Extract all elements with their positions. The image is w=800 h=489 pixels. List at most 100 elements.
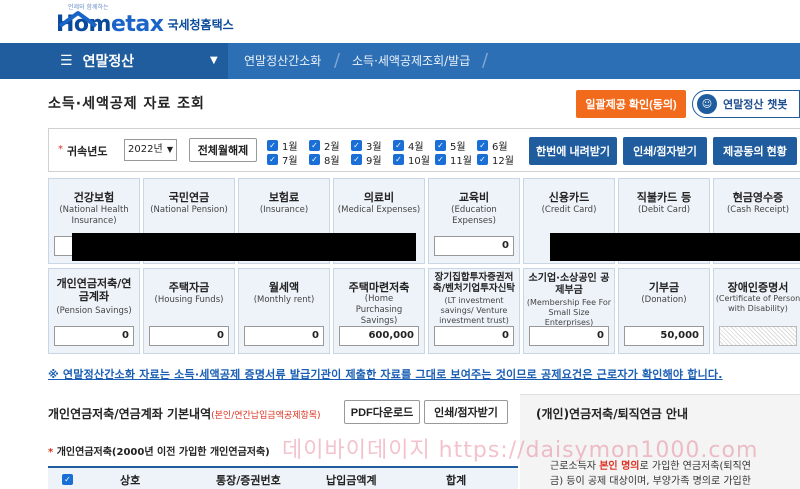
card-subtitle: (Monthly rent) bbox=[253, 295, 315, 305]
deduction-card-pension-savings[interactable]: 개인연금저축/연금계좌 (Pension Savings) 0 bbox=[48, 268, 140, 354]
consent-status-button[interactable]: 제공동의 현황 bbox=[713, 137, 797, 165]
chatbot-button[interactable]: ☺ 연말정산 챗봇 bbox=[692, 90, 800, 118]
card-value: 0 bbox=[434, 236, 514, 256]
pdf-download-button[interactable]: PDF다운로드 bbox=[344, 400, 420, 424]
column-header: 통장/증권번호 bbox=[216, 474, 281, 487]
card-title: 직불카드 등 bbox=[636, 191, 692, 204]
month-checkbox[interactable]: ✓ 4월 bbox=[393, 138, 424, 153]
guide-text-line-2: 금) 등이 공제 대상이며, 부양가족 명의로 가입한 bbox=[550, 476, 751, 487]
month-checkbox[interactable]: ✓ 1월 bbox=[267, 138, 298, 153]
month-label: 4월 bbox=[408, 142, 424, 153]
consent-confirm-button[interactable]: 일괄제공 확인(동의) bbox=[576, 90, 686, 118]
month-checkbox[interactable]: ✓ 10월 bbox=[393, 152, 430, 167]
guide-title: (개인)연금저축/퇴직연금 안내 bbox=[536, 407, 689, 421]
month-label: 10월 bbox=[408, 156, 430, 167]
checkbox-icon: ✓ bbox=[435, 154, 446, 165]
logo-korean: 국세청홈택스 bbox=[167, 18, 234, 32]
month-label: 1월 bbox=[282, 142, 298, 153]
card-subtitle: (National Health Insurance) bbox=[59, 205, 129, 226]
pension-subtitle: * 개인연금저축(2000년 이전 가입한 개인연금저축) bbox=[48, 443, 270, 458]
month-label: 8월 bbox=[324, 156, 340, 167]
page: { "header": { "logo_tagline": "언제와 함께하는"… bbox=[0, 0, 800, 489]
column-header: 납입금액계 bbox=[326, 474, 377, 487]
logo-tagline: 언제와 함께하는 bbox=[68, 4, 109, 11]
month-checkbox[interactable]: ✓ 8월 bbox=[309, 152, 340, 167]
month-label: 12월 bbox=[492, 156, 514, 167]
card-title: 의료비 bbox=[363, 191, 395, 204]
checkbox-icon: ✓ bbox=[393, 140, 404, 151]
month-checkbox[interactable]: ✓ 2월 bbox=[309, 138, 340, 153]
card-value: 0 bbox=[244, 326, 324, 346]
card-title: 현금영수증 bbox=[732, 191, 784, 204]
checkbox-icon: ✓ bbox=[267, 140, 278, 151]
card-subtitle: (Debit Card) bbox=[637, 205, 691, 215]
month-checkbox[interactable]: ✓ 6월 bbox=[477, 138, 508, 153]
card-title: 장기집합투자증권저축/벤처기업투자신탁 bbox=[432, 272, 516, 294]
card-subtitle: (National Pension) bbox=[150, 205, 228, 215]
checkbox-icon: ✓ bbox=[435, 140, 446, 151]
deduction-card-small-business[interactable]: 소기업·소상공인 공제부금 (Membership Fee For Small … bbox=[523, 268, 615, 354]
redaction-bar bbox=[550, 233, 800, 261]
card-title: 월세액 bbox=[268, 281, 300, 294]
pension-section-title: 개인연금저축/연금계좌 기본내역(본인/연간납입금액공제항목) bbox=[48, 405, 321, 422]
card-value: 50,000 bbox=[624, 326, 704, 346]
deduction-card-education[interactable]: 교육비 (Education Expenses) 0 bbox=[428, 178, 520, 264]
deduction-card-home-savings[interactable]: 주택마련저축 (Home Purchasing Savings) 600,000 bbox=[333, 268, 425, 354]
card-title: 소기업·소상공인 공제부금 bbox=[528, 273, 610, 296]
caret-down-icon[interactable]: ▼ bbox=[210, 55, 218, 66]
card-subtitle: (Credit Card) bbox=[541, 205, 597, 215]
deduction-card-monthly-rent[interactable]: 월세액 (Monthly rent) 0 bbox=[238, 268, 330, 354]
month-checkbox[interactable]: ✓ 5월 bbox=[435, 138, 466, 153]
section-print-button[interactable]: 인쇄/점자받기 bbox=[424, 400, 508, 424]
card-title: 주택마련저축 bbox=[348, 281, 410, 294]
card-subtitle: (Medical Expenses) bbox=[337, 205, 421, 215]
year-select[interactable]: 2022년 ▼ bbox=[124, 139, 177, 161]
year-value: 2022년 bbox=[128, 144, 163, 155]
card-subtitle: (Insurance) bbox=[259, 205, 309, 215]
nav-main-menu[interactable]: ☰ 연말정산 bbox=[0, 43, 228, 79]
page-title: 소득·세액공제 자료 조회 bbox=[48, 96, 205, 112]
checkbox-icon: ✓ bbox=[477, 140, 488, 151]
card-value: 600,000 bbox=[339, 326, 419, 346]
month-label: 7월 bbox=[282, 156, 298, 167]
deduction-card-housing-funds[interactable]: 주택자금 (Housing Funds) 0 bbox=[143, 268, 235, 354]
breadcrumb-separator-icon: / bbox=[334, 50, 341, 71]
chevron-down-icon: ▼ bbox=[166, 145, 173, 154]
month-checkbox[interactable]: ✓ 12월 bbox=[477, 152, 514, 167]
card-subtitle: (Membership Fee For Small Size Enterpris… bbox=[526, 298, 612, 327]
card-subtitle: (Pension Savings) bbox=[56, 306, 132, 316]
download-all-button[interactable]: 한번에 내려받기 bbox=[529, 137, 617, 165]
breadcrumb-item-1[interactable]: 연말정산간소화 bbox=[244, 43, 321, 79]
section-title-text: 개인연금저축/연금계좌 기본내역 bbox=[48, 407, 212, 421]
house-icon bbox=[58, 11, 98, 28]
toggle-all-months-button[interactable]: 전체월해제 bbox=[189, 138, 257, 162]
guide-text: 로 가입한 연금저축(퇴직연 bbox=[639, 461, 751, 472]
month-checkbox[interactable]: ✓ 7월 bbox=[267, 152, 298, 167]
card-title: 장애인증명서 bbox=[727, 281, 789, 294]
month-checkbox[interactable]: ✓ 3월 bbox=[351, 138, 382, 153]
month-checkbox[interactable]: ✓ 9월 bbox=[351, 152, 382, 167]
disclaimer-notice-link[interactable]: ※ 연말정산간소화 자료는 소득·세액공제 증명서류 발급기관이 제출한 자료를… bbox=[48, 366, 723, 382]
checkbox-icon: ✓ bbox=[351, 154, 362, 165]
card-value: 0 bbox=[434, 326, 514, 346]
card-value: 0 bbox=[149, 326, 229, 346]
select-all-checkbox[interactable]: ✓ bbox=[62, 474, 73, 485]
card-title: 국민연금 bbox=[168, 191, 210, 204]
menu-icon: ☰ bbox=[60, 53, 73, 69]
card-title: 건강보험 bbox=[73, 191, 115, 204]
card-title: 신용카드 bbox=[548, 191, 590, 204]
card-subtitle: (Donation) bbox=[641, 295, 687, 305]
section-title-note: (본인/연간납입금액공제항목) bbox=[211, 411, 321, 421]
breadcrumb-item-2[interactable]: 소득·세액공제조회/발급 bbox=[352, 43, 470, 79]
month-checkbox[interactable]: ✓ 11월 bbox=[435, 152, 472, 167]
top-navbar: ☰ 연말정산 ▼ 연말정산간소화 / 소득·세액공제조회/발급 / bbox=[0, 43, 800, 79]
card-subtitle: (Housing Funds) bbox=[154, 295, 224, 305]
deduction-card-lt-investment[interactable]: 장기집합투자증권저축/벤처기업투자신탁 (LT investment savin… bbox=[428, 268, 520, 354]
print-braille-button[interactable]: 인쇄/점자받기 bbox=[623, 137, 707, 165]
breadcrumb-separator-icon: / bbox=[482, 50, 489, 71]
nav-main-label: 연말정산 bbox=[82, 54, 135, 70]
card-subtitle: (Cash Receipt) bbox=[726, 205, 790, 215]
pension-table-header: ✓ 상호 통장/증권번호 납입금액계 합계 bbox=[48, 466, 518, 489]
deduction-card-donation[interactable]: 기부금 (Donation) 50,000 bbox=[618, 268, 710, 354]
deduction-card-disability-certificate[interactable]: 장애인증명서 (Certificate of Person with Disab… bbox=[713, 268, 800, 354]
